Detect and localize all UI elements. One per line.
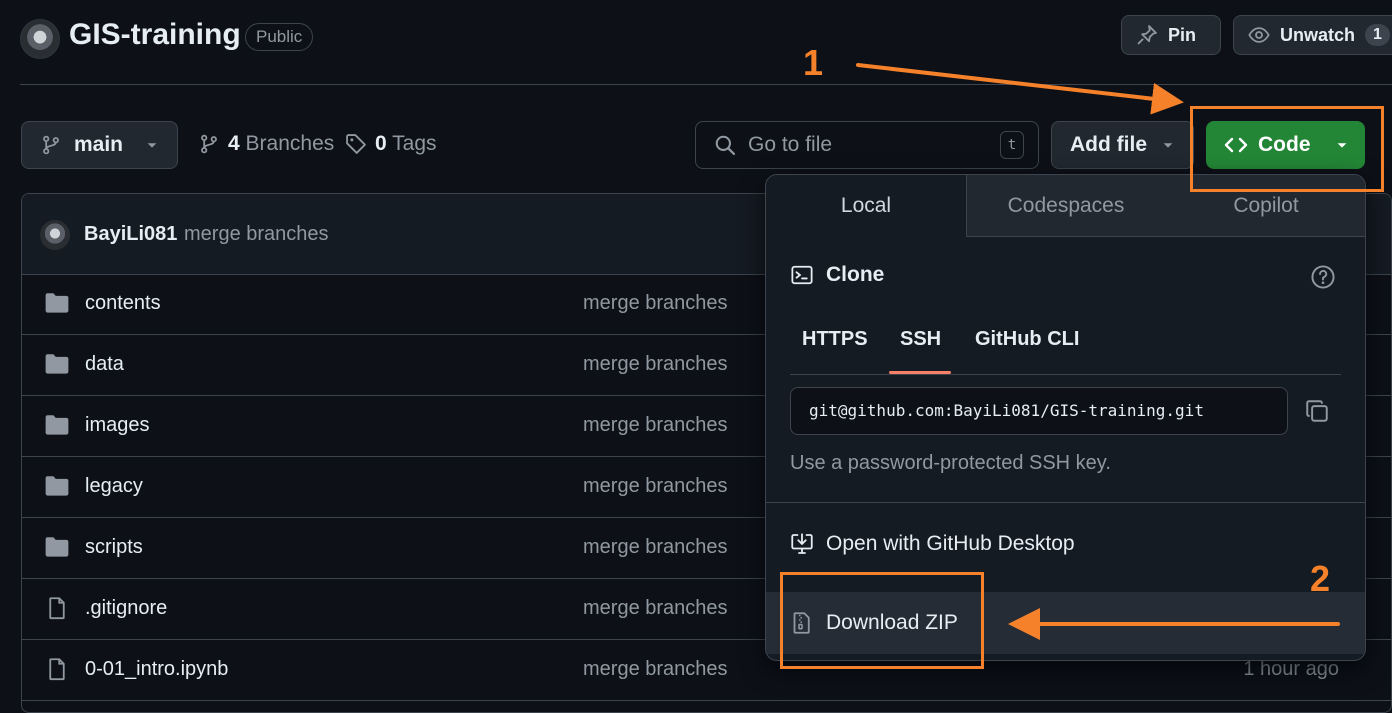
arrow-to-code-button	[856, 63, 1184, 115]
annotation-arrows	[856, 63, 1340, 640]
